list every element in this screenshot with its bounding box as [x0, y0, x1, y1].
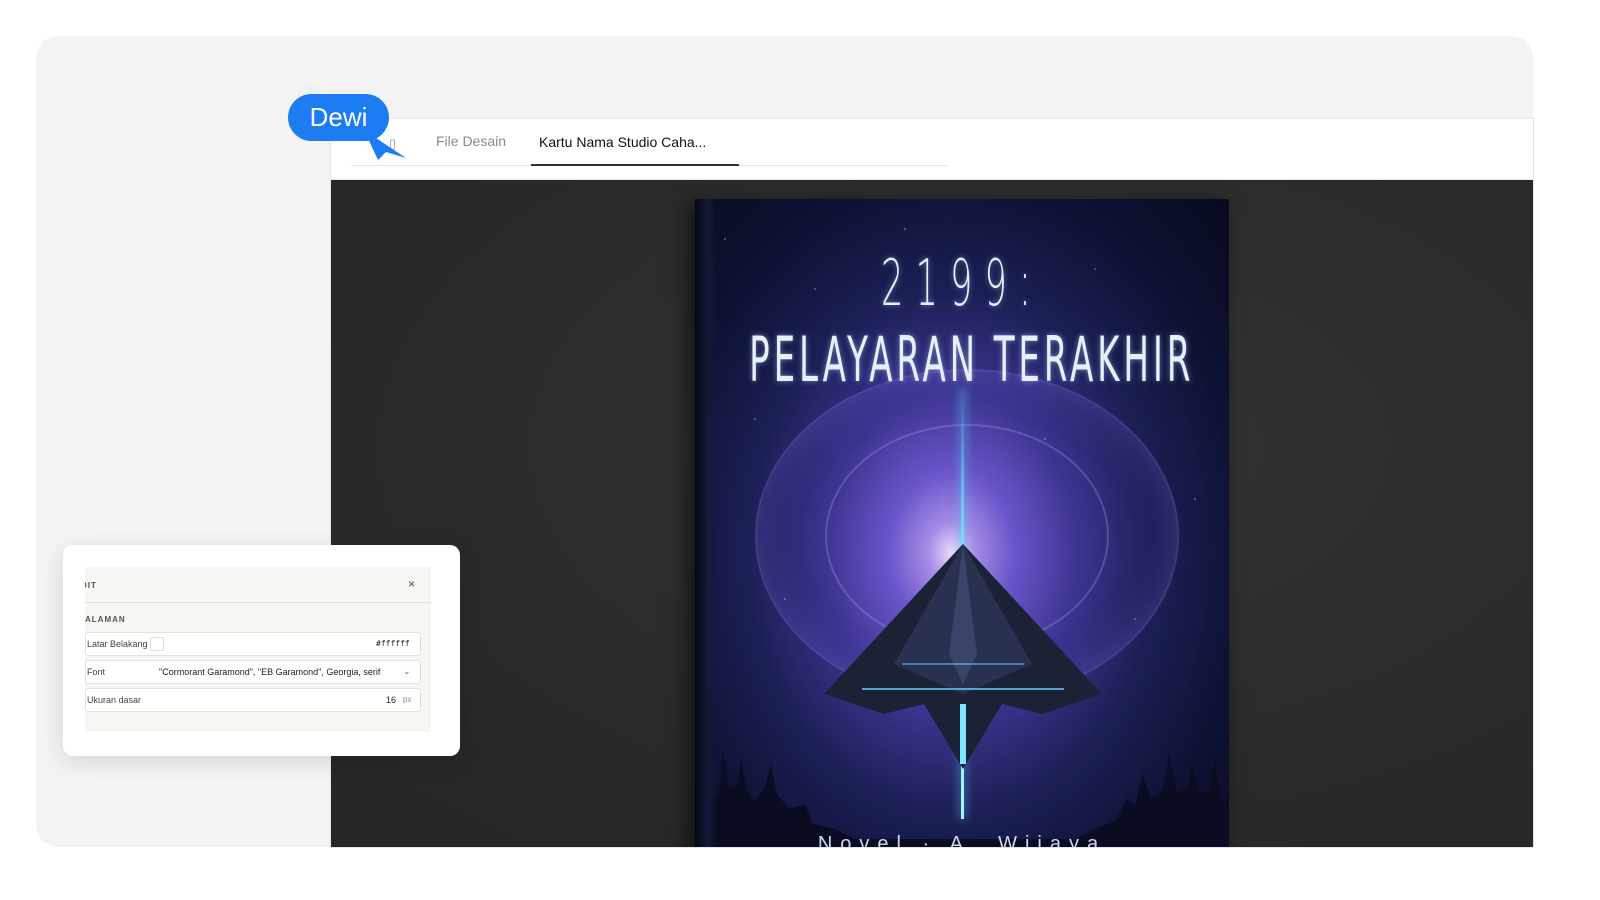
book-spine: [695, 199, 717, 847]
book-title-line1: 2199:: [881, 247, 1043, 321]
book-author: Novel · A. Wijaya: [817, 833, 1107, 847]
book-title-line2: PELAYARAN TERAKHIR: [749, 323, 1195, 396]
app-window: ▯ File Desain Kartu Nama Studio Caha...: [331, 119, 1533, 847]
tab-bar: ▯ File Desain Kartu Nama Studio Caha...: [331, 119, 1533, 180]
background-value[interactable]: #ffffff: [376, 639, 410, 648]
font-value[interactable]: "Cormorant Garamond", "EB Garamond", Geo…: [159, 667, 380, 677]
tab-strip: ▯ File Desain Kartu Nama Studio Caha...: [351, 119, 947, 166]
edit-panel-title: DIT: [85, 581, 97, 590]
base-size-value[interactable]: 16: [386, 695, 396, 705]
base-size-field[interactable]: Ukuran dasar 16 px: [85, 688, 421, 712]
edit-panel-body: DIT × ALAMAN Latar Belakang #ffffff Font…: [85, 567, 431, 732]
color-swatch[interactable]: [150, 637, 164, 651]
edit-panel: DIT × ALAMAN Latar Belakang #ffffff Font…: [63, 545, 460, 756]
font-label: Font: [87, 667, 106, 677]
tab-active-document[interactable]: Kartu Nama Studio Caha...: [531, 119, 739, 166]
tab-file-desain[interactable]: File Desain: [436, 133, 506, 149]
book-cover[interactable]: 2199: PELAYARAN TERAKHIR Novel · A. Wija…: [695, 199, 1229, 847]
cursor-arrow-icon: [364, 130, 406, 160]
background-field[interactable]: Latar Belakang #ffffff: [85, 632, 421, 656]
section-label-page: ALAMAN: [85, 615, 126, 624]
base-size-unit: px: [403, 695, 412, 704]
base-size-label: Ukuran dasar: [87, 695, 142, 705]
design-canvas[interactable]: 2199: PELAYARAN TERAKHIR Novel · A. Wija…: [331, 180, 1533, 847]
font-field[interactable]: Font "Cormorant Garamond", "EB Garamond"…: [85, 660, 421, 684]
spaceship: [824, 544, 1102, 769]
edit-panel-header: DIT ×: [85, 567, 431, 603]
chevron-down-icon[interactable]: ⌄: [403, 666, 411, 677]
tab-active-label: Kartu Nama Studio Caha...: [539, 134, 707, 150]
background-label: Latar Belakang: [87, 639, 148, 649]
close-icon[interactable]: ×: [408, 577, 415, 591]
